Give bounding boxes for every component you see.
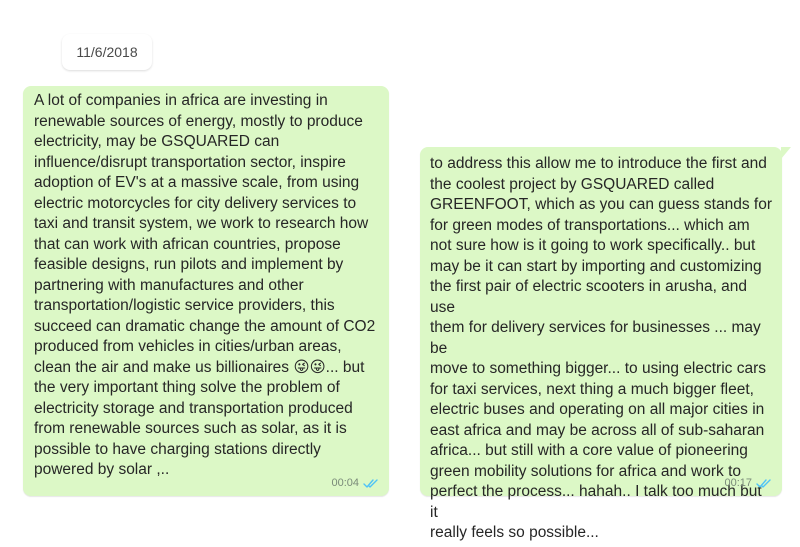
message-text: to address this allow me to introduce th… <box>430 155 772 541</box>
message-bubble-2[interactable]: to address this allow me to introduce th… <box>420 147 791 541</box>
message-time: 00:17 <box>724 477 752 489</box>
date-separator: 11/6/2018 <box>62 34 152 70</box>
message-time: 00:04 <box>331 477 359 489</box>
message-meta: 00:04 <box>331 477 379 489</box>
bubble-tail <box>781 147 791 159</box>
message-bubble-1[interactable]: A lot of companies in africa are investi… <box>23 86 389 496</box>
message-meta: 00:17 <box>724 477 772 489</box>
message-text: A lot of companies in africa are investi… <box>34 92 376 478</box>
double-check-icon <box>363 478 378 488</box>
double-check-icon <box>756 478 771 488</box>
